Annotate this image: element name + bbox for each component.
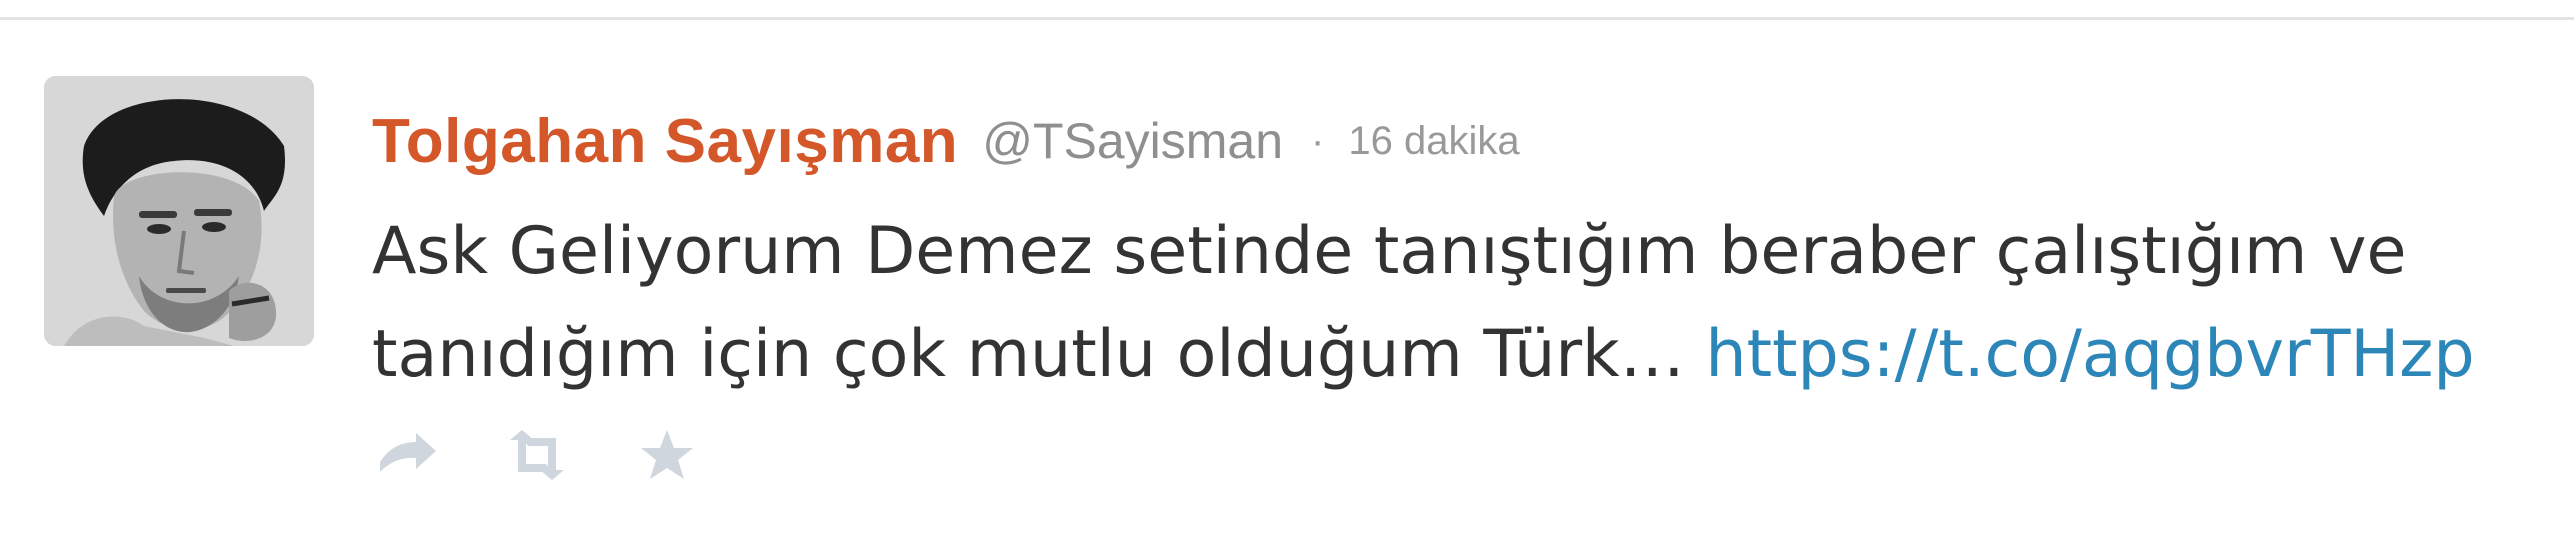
top-divider [0, 17, 2574, 20]
tweet-link[interactable]: https://t.co/aqgbvrTHzp [1705, 317, 2474, 392]
tweet-card: Tolgahan Sayışman @TSayisman · 16 dakika… [0, 0, 2574, 555]
tweet-timestamp[interactable]: 16 dakika [1348, 119, 1519, 164]
favorite-button[interactable] [632, 425, 702, 485]
tweet-header: Tolgahan Sayışman @TSayisman · 16 dakika [372, 96, 1520, 186]
tweet-text-line-2-wrapper: tanıdığım için çok mutlu olduğum Türk… h… [372, 303, 2562, 406]
tweet-text: Ask Geliyorum Demez setinde tanıştığım b… [372, 200, 2562, 406]
tweet-text-line-1: Ask Geliyorum Demez setinde tanıştığım b… [372, 214, 2407, 289]
separator-dot: · [1311, 118, 1325, 163]
favorite-star-icon [641, 430, 693, 479]
author-handle[interactable]: @TSayisman [982, 112, 1283, 170]
avatar[interactable] [44, 76, 314, 346]
tweet-actions [372, 425, 762, 485]
tweet-text-line-2: tanıdığım için çok mutlu olduğum Türk… [372, 317, 1685, 392]
retweet-icon [510, 430, 564, 480]
author-name[interactable]: Tolgahan Sayışman [372, 106, 958, 177]
reply-button[interactable] [372, 425, 442, 485]
retweet-button[interactable] [502, 425, 572, 485]
avatar-photo [44, 76, 314, 346]
reply-icon [380, 433, 436, 472]
